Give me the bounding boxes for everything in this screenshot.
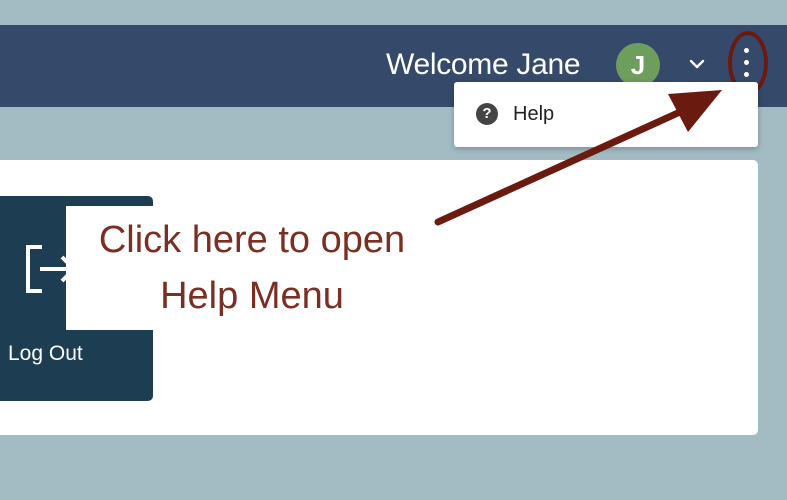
help-circle-icon: ? [476,103,498,125]
annotation-line-2: Help Menu [160,275,344,317]
help-dropdown-menu: ? Help [454,82,758,147]
menu-item-help[interactable]: ? Help [454,82,758,147]
menu-item-label: Help [513,103,555,125]
chevron-down-icon[interactable] [688,55,706,73]
user-avatar[interactable]: J [616,43,660,87]
annotation-line-1: Click here to open [98,219,406,261]
logout-label: Log Out [8,342,83,365]
annotation-callout: Click here to open Help Menu [66,206,438,330]
welcome-message: Welcome Jane [386,48,581,81]
